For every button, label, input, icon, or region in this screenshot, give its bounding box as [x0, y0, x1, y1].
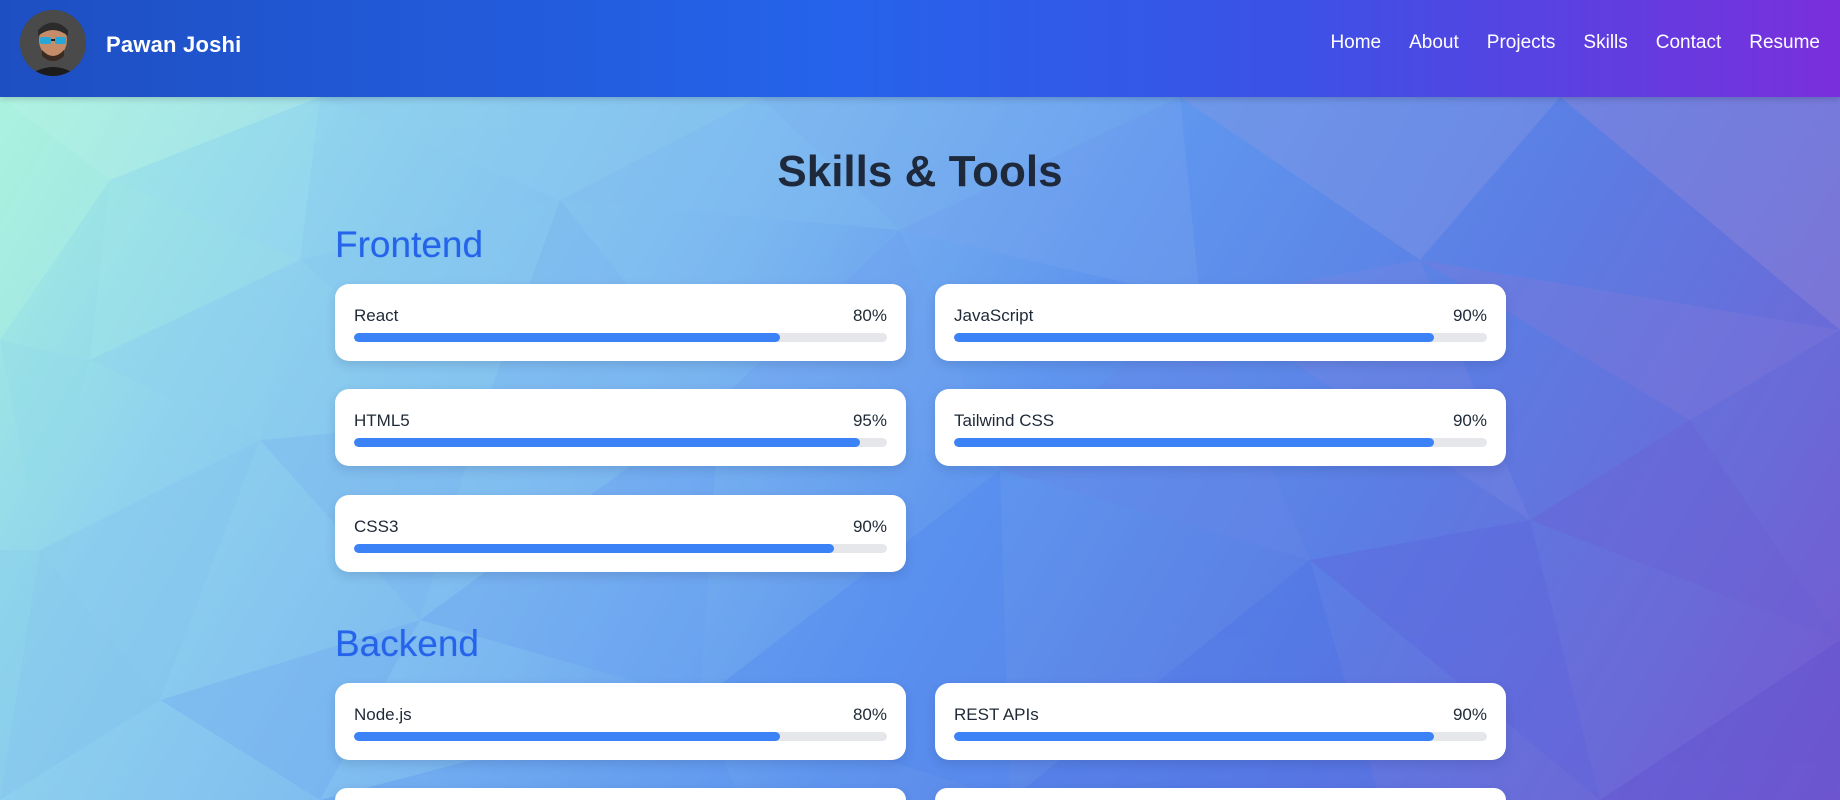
progress-track	[354, 438, 887, 447]
skill-percent: 90%	[852, 517, 887, 536]
skill-name: REST APIs	[954, 705, 1039, 724]
nav-link-contact[interactable]: Contact	[1656, 32, 1721, 54]
skill-percent: 80%	[852, 306, 887, 325]
skill-name: React	[354, 306, 399, 325]
skill-card-react: React 80%	[335, 284, 906, 361]
skill-name: Tailwind CSS	[954, 411, 1055, 430]
brand-name[interactable]: Pawan Joshi	[106, 32, 241, 58]
skill-card-nodejs: Node.js 80%	[335, 683, 906, 760]
nav-link-about[interactable]: About	[1409, 32, 1459, 54]
profile-photo-icon	[20, 10, 86, 76]
progress-fill	[354, 732, 781, 741]
progress-track	[354, 544, 887, 553]
skill-card-tailwind-css: Tailwind CSS 90%	[935, 389, 1506, 466]
skill-name: JavaScript	[954, 306, 1034, 325]
skills-section: Skills & Tools Frontend React 80% JavaSc…	[0, 97, 1840, 800]
skill-percent: 90%	[1452, 705, 1487, 724]
progress-fill	[354, 438, 861, 447]
page-title: Skills & Tools	[777, 147, 1063, 196]
skill-name: CSS3	[354, 517, 399, 536]
skill-percent: 80%	[852, 705, 887, 724]
progress-fill	[954, 732, 1434, 741]
nav-menu: Home About Projects Skills Contact Resum…	[1330, 32, 1820, 54]
section-title-frontend: Frontend	[335, 224, 484, 265]
skill-percent: 90%	[1452, 306, 1487, 325]
skill-card-rest-apis: REST APIs 90%	[935, 683, 1506, 760]
navbar: Pawan Joshi Home About Projects Skills C…	[0, 0, 1840, 97]
section-title-backend: Backend	[335, 623, 479, 664]
progress-track	[954, 438, 1487, 447]
skill-card-partial	[935, 788, 1506, 800]
progress-track	[954, 732, 1487, 741]
skill-name: Node.js	[354, 705, 412, 724]
nav-link-projects[interactable]: Projects	[1487, 32, 1556, 54]
progress-fill	[954, 333, 1434, 342]
nav-link-home[interactable]: Home	[1330, 32, 1381, 54]
skill-card-css3: CSS3 90%	[335, 495, 906, 572]
progress-fill	[354, 333, 781, 342]
progress-fill	[954, 438, 1434, 447]
skill-percent: 95%	[852, 411, 887, 430]
avatar[interactable]	[20, 10, 86, 76]
progress-track	[354, 333, 887, 342]
progress-track	[954, 333, 1487, 342]
skill-card-javascript: JavaScript 90%	[935, 284, 1506, 361]
progress-track	[354, 732, 887, 741]
nav-link-skills[interactable]: Skills	[1583, 32, 1627, 54]
skill-name: HTML5	[354, 411, 410, 430]
skill-card-html5: HTML5 95%	[335, 389, 906, 466]
skill-card-partial	[335, 788, 906, 800]
nav-link-resume[interactable]: Resume	[1749, 32, 1820, 54]
skill-percent: 90%	[1452, 411, 1487, 430]
progress-fill	[354, 544, 834, 553]
